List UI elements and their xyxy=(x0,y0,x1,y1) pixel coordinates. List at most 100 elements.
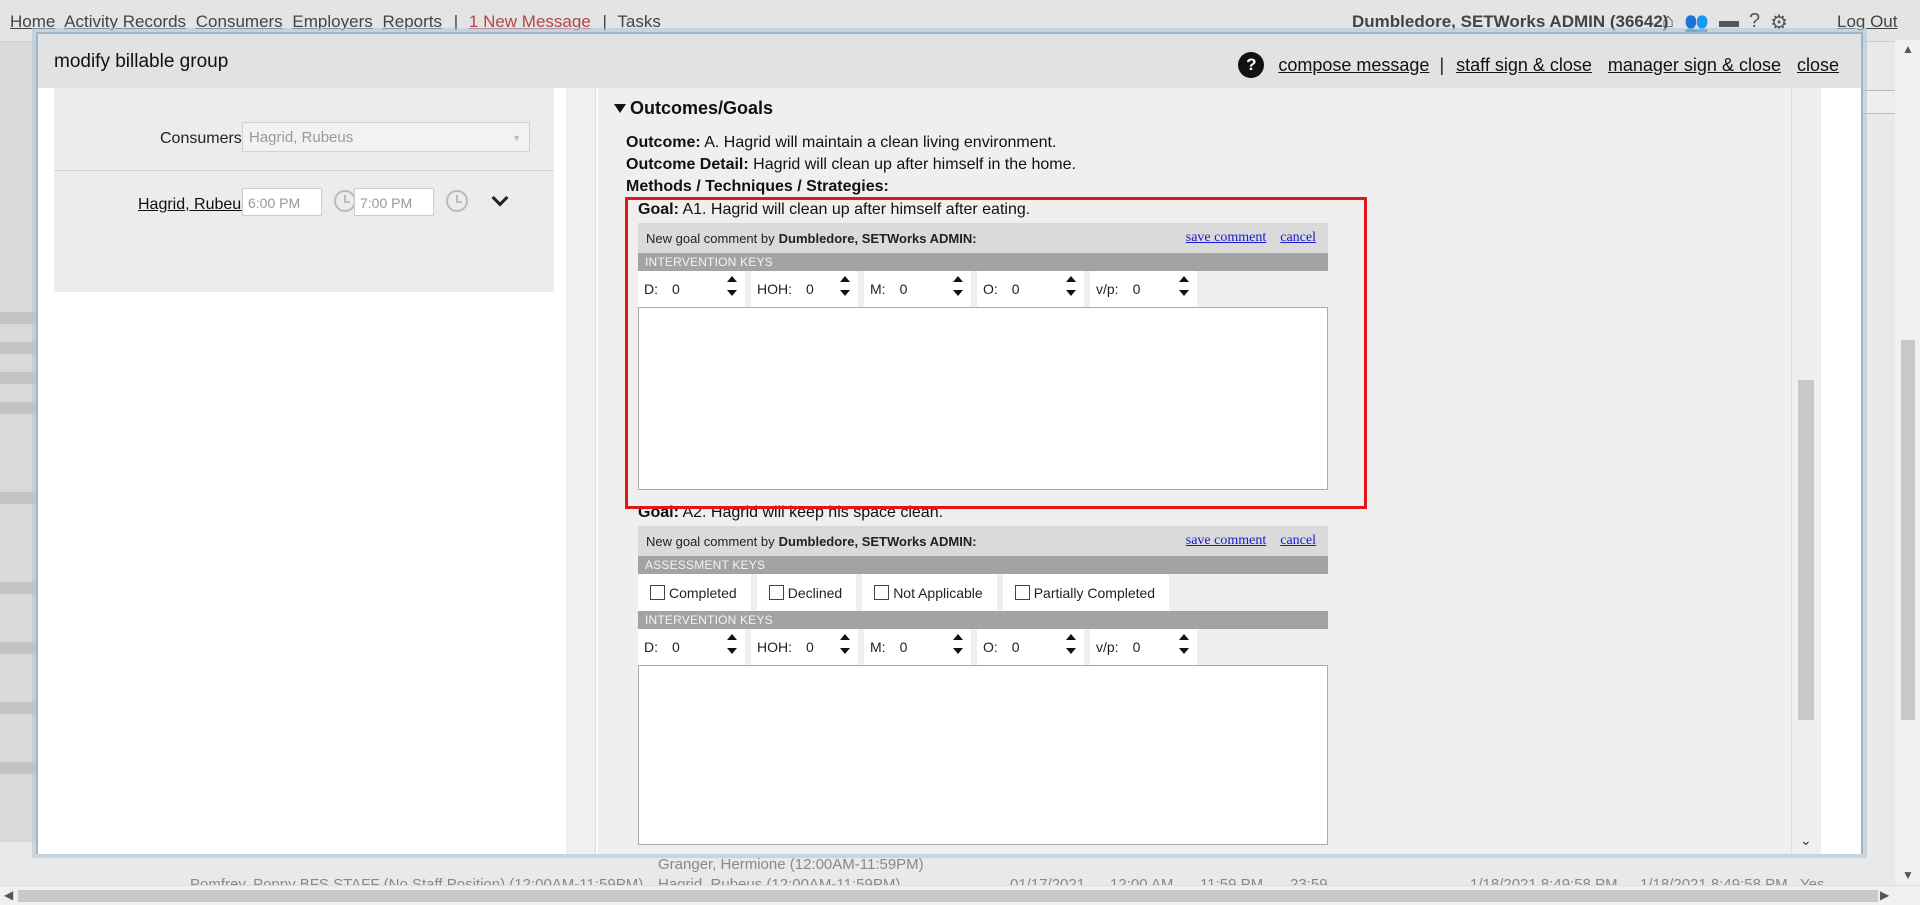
spinner[interactable] xyxy=(727,276,737,296)
spin-down-icon[interactable] xyxy=(1179,648,1189,654)
outcomes-vertical-scrollbar[interactable]: ⌄ xyxy=(1791,88,1821,854)
consumers-select[interactable]: Hagrid, Rubeus ▼ xyxy=(242,122,530,152)
page-horizontal-scrollbar[interactable]: ◀ ▶ xyxy=(0,885,1920,905)
scroll-thumb[interactable] xyxy=(1901,340,1915,720)
key-number-input[interactable]: 0 xyxy=(666,281,702,297)
assessment-keys-row: Completed Declined Not Applicable Partia… xyxy=(638,574,1328,611)
spin-down-icon[interactable] xyxy=(953,290,963,296)
collapse-triangle-icon[interactable] xyxy=(614,104,626,113)
key-number-input[interactable]: 0 xyxy=(1006,639,1042,655)
clock-icon[interactable] xyxy=(334,190,356,212)
spin-up-icon[interactable] xyxy=(953,634,963,640)
completed-checkbox[interactable] xyxy=(650,585,665,600)
manager-sign-close-link[interactable]: manager sign & close xyxy=(1608,55,1781,76)
spin-up-icon[interactable] xyxy=(1179,276,1189,282)
partially-completed-checkbox[interactable] xyxy=(1014,585,1030,600)
cancel-comment-link[interactable]: cancel xyxy=(1280,533,1316,549)
nav-tasks-link[interactable]: Tasks xyxy=(617,12,660,31)
spin-up-icon[interactable] xyxy=(840,276,850,282)
consumer-name-link[interactable]: Hagrid, Rubeus xyxy=(138,196,249,214)
goal-a2: Goal: A2. Hagrid will keep his space cle… xyxy=(638,504,1328,845)
spin-down-icon[interactable] xyxy=(1179,290,1189,296)
spin-down-icon[interactable] xyxy=(1066,290,1076,296)
nav-reports-link[interactable]: Reports xyxy=(382,12,442,31)
comment-author: Dumbledore, SETWorks ADMIN: xyxy=(778,533,977,549)
spin-up-icon[interactable] xyxy=(840,634,850,640)
nav-consumers-link[interactable]: Consumers xyxy=(196,12,283,31)
assessment-keys-header: ASSESSMENT KEYS xyxy=(638,556,1328,574)
end-time-input[interactable]: 7:00 PM xyxy=(354,188,434,216)
close-link[interactable]: close xyxy=(1797,55,1839,76)
page-vertical-scrollbar[interactable]: ▲ ▼ xyxy=(1895,40,1920,885)
logout-link[interactable]: Log Out xyxy=(1837,12,1898,32)
scroll-thumb[interactable] xyxy=(1798,380,1814,720)
not-applicable-checkbox[interactable] xyxy=(874,585,890,600)
spinner[interactable] xyxy=(953,276,963,296)
goal-title: Goal: A1. Hagrid will clean up after him… xyxy=(638,201,1328,223)
spin-up-icon[interactable] xyxy=(727,276,737,282)
key-number-input[interactable]: 0 xyxy=(894,639,930,655)
intervention-keys-header: INTERVENTION KEYS xyxy=(638,611,1328,629)
outcomes-heading-text: Outcomes/Goals xyxy=(630,98,774,118)
spin-down-icon[interactable] xyxy=(840,290,850,296)
spinner[interactable] xyxy=(840,276,850,296)
new-message-link[interactable]: 1 New Message xyxy=(469,12,591,31)
assessment-declined[interactable]: Declined xyxy=(756,574,857,611)
help-icon[interactable]: ? xyxy=(1238,52,1265,78)
comment-actions: save comment cancel xyxy=(1186,230,1316,246)
spinner[interactable] xyxy=(1179,276,1189,296)
chevron-down-icon[interactable] xyxy=(491,189,509,207)
staff-sign-close-link[interactable]: staff sign & close xyxy=(1456,55,1592,76)
spinner[interactable] xyxy=(727,634,737,654)
key-hoh: HOH: 0 xyxy=(751,629,858,665)
spin-down-icon[interactable] xyxy=(727,290,737,296)
key-vp: v/p: 0 xyxy=(1090,271,1197,307)
save-comment-link[interactable]: save comment xyxy=(1186,230,1266,246)
spin-up-icon[interactable] xyxy=(1179,634,1189,640)
modal-header: modify billable group ? compose message … xyxy=(38,34,1861,88)
start-time-input[interactable]: 6:00 PM xyxy=(242,188,322,216)
assessment-not-applicable[interactable]: Not Applicable xyxy=(862,574,997,611)
spinner[interactable] xyxy=(840,634,850,654)
spin-up-icon[interactable] xyxy=(953,276,963,282)
spinner[interactable] xyxy=(1179,634,1189,654)
spinner[interactable] xyxy=(953,634,963,654)
scroll-up-icon[interactable]: ▲ xyxy=(1902,42,1914,56)
spin-up-icon[interactable] xyxy=(727,634,737,640)
spin-down-icon[interactable] xyxy=(840,648,850,654)
key-number-input[interactable]: 0 xyxy=(1006,281,1042,297)
declined-checkbox[interactable] xyxy=(768,585,784,600)
key-number-input[interactable]: 0 xyxy=(894,281,930,297)
compose-message-link[interactable]: compose message xyxy=(1278,55,1429,76)
key-number-input[interactable]: 0 xyxy=(1127,639,1163,655)
comment-textarea[interactable] xyxy=(638,307,1328,490)
spinner[interactable] xyxy=(1066,276,1076,296)
assessment-partially-completed[interactable]: Partially Completed xyxy=(1002,574,1170,611)
comment-bar: New goal comment by Dumbledore, SETWorks… xyxy=(638,223,1328,253)
key-number-input[interactable]: 0 xyxy=(800,639,836,655)
cancel-comment-link[interactable]: cancel xyxy=(1280,230,1316,246)
spin-down-icon[interactable] xyxy=(727,648,737,654)
spin-down-icon[interactable] xyxy=(1066,648,1076,654)
outcomes-heading[interactable]: Outcomes/Goals xyxy=(614,98,773,119)
panel-gutter xyxy=(566,88,596,854)
scroll-down-icon[interactable]: ▼ xyxy=(1902,868,1914,882)
comment-textarea[interactable] xyxy=(638,665,1328,845)
save-comment-link[interactable]: save comment xyxy=(1186,533,1266,549)
nav-home-link[interactable]: Home xyxy=(10,12,55,31)
clock-icon[interactable] xyxy=(446,190,468,212)
assessment-completed[interactable]: Completed xyxy=(638,574,751,611)
spin-up-icon[interactable] xyxy=(1066,634,1076,640)
spin-up-icon[interactable] xyxy=(1066,276,1076,282)
key-number-input[interactable]: 0 xyxy=(800,281,836,297)
scroll-left-icon[interactable]: ◀ xyxy=(4,888,13,902)
nav-employers-link[interactable]: Employers xyxy=(292,12,372,31)
scroll-thumb[interactable] xyxy=(18,890,1878,902)
nav-activity-records-link[interactable]: Activity Records xyxy=(64,12,186,31)
spin-down-icon[interactable] xyxy=(953,648,963,654)
key-number-input[interactable]: 0 xyxy=(666,639,702,655)
key-number-input[interactable]: 0 xyxy=(1127,281,1163,297)
chevron-down-icon[interactable]: ⌄ xyxy=(1800,832,1812,849)
spinner[interactable] xyxy=(1066,634,1076,654)
scroll-right-icon[interactable]: ▶ xyxy=(1880,888,1889,902)
